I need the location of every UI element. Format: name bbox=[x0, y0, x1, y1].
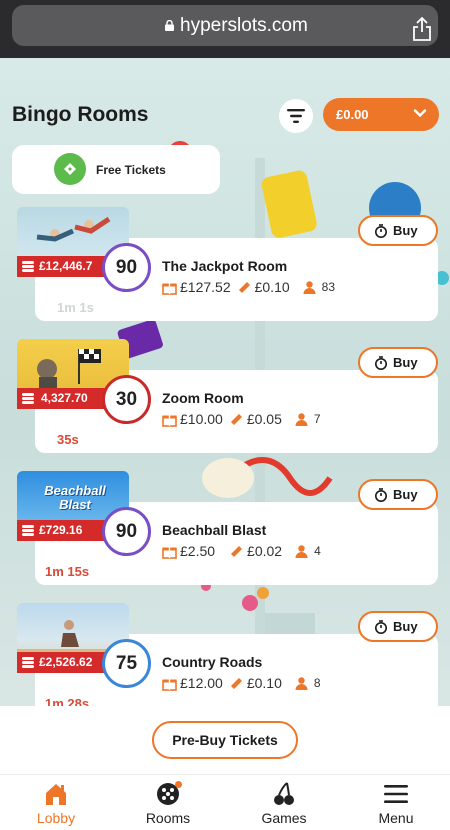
player-icon bbox=[295, 676, 308, 690]
buy-label: Buy bbox=[393, 619, 418, 634]
nav-item-lobby[interactable]: Lobby bbox=[0, 779, 112, 829]
nav-label: Menu bbox=[378, 810, 414, 826]
ticket-icon bbox=[54, 153, 86, 185]
stopwatch-icon bbox=[375, 356, 387, 370]
url-bar[interactable]: hyperslots.com bbox=[12, 5, 438, 46]
ticket-price-icon bbox=[230, 677, 242, 689]
room-card[interactable]: £12,446.7 90 The Jackpot Room £127.52 £0… bbox=[0, 207, 450, 337]
player-icon bbox=[295, 412, 308, 426]
chevron-down-icon bbox=[413, 109, 427, 117]
buy-button[interactable]: Buy bbox=[358, 611, 438, 642]
prize-value: £127.52 bbox=[180, 279, 231, 295]
coins-icon bbox=[22, 261, 34, 272]
prize-value: £12.00 bbox=[180, 675, 223, 691]
gift-icon bbox=[162, 283, 177, 295]
filter-icon bbox=[287, 109, 305, 123]
room-card[interactable]: Beachball Blast £729.16 90 Beachball Bla… bbox=[0, 471, 450, 601]
room-stats: £12.00 £0.10 8 bbox=[162, 673, 321, 693]
browser-bar: hyperslots.com bbox=[0, 0, 450, 58]
room-stats: £10.00 £0.05 7 bbox=[162, 409, 321, 429]
player-count: 83 bbox=[321, 280, 336, 294]
url-text: hyperslots.com bbox=[180, 15, 308, 36]
cherries-icon bbox=[274, 782, 294, 805]
bingo-type-ball: 30 bbox=[102, 375, 151, 424]
ticket-price-value: £0.10 bbox=[246, 675, 282, 691]
gift-icon bbox=[162, 547, 177, 559]
ticket-price-icon bbox=[230, 413, 242, 425]
bingo-type-number: 90 bbox=[115, 256, 138, 278]
room-card[interactable]: 4,327.70 30 Zoom Room £10.00 £0.05 7 35s… bbox=[0, 339, 450, 469]
buy-button[interactable]: Buy bbox=[358, 479, 438, 510]
ticket-price-value: £0.05 bbox=[246, 411, 282, 427]
jackpot-badge: £729.16 bbox=[17, 520, 107, 541]
bingo-type-number: 75 bbox=[115, 652, 138, 674]
balance-dropdown[interactable]: £0.00 bbox=[323, 98, 439, 131]
jackpot-amount: £729.16 bbox=[39, 523, 83, 537]
gift-icon bbox=[162, 679, 177, 691]
free-tickets-label: Free Tickets bbox=[96, 163, 166, 177]
page-title: Bingo Rooms bbox=[12, 103, 149, 126]
nav-item-menu[interactable]: Menu bbox=[340, 779, 450, 829]
coins-icon bbox=[22, 393, 34, 404]
bingo-type-ball: 75 bbox=[102, 639, 151, 688]
room-timer: 1m 1s bbox=[57, 300, 94, 315]
player-count: 7 bbox=[313, 412, 321, 426]
buy-label: Buy bbox=[393, 355, 418, 370]
coins-icon bbox=[22, 525, 34, 536]
prize-value: £10.00 bbox=[180, 411, 223, 427]
ticket-price-value: £0.02 bbox=[247, 543, 283, 559]
room-name: Country Roads bbox=[162, 654, 263, 670]
share-icon[interactable] bbox=[411, 16, 433, 42]
room-name: Zoom Room bbox=[162, 390, 244, 406]
stopwatch-icon bbox=[375, 488, 387, 502]
balance-value: £0.00 bbox=[336, 107, 369, 122]
notification-dot bbox=[175, 781, 182, 788]
room-timer: 35s bbox=[57, 432, 79, 447]
lock-icon bbox=[165, 20, 174, 31]
jackpot-amount: £12,446.7 bbox=[39, 259, 93, 273]
jackpot-amount: £2,526.62 bbox=[39, 655, 93, 669]
prize-value: £2.50 bbox=[180, 543, 216, 559]
stopwatch-icon bbox=[375, 224, 387, 238]
prebuy-tickets-button[interactable]: Pre-Buy Tickets bbox=[152, 721, 298, 759]
jackpot-amount: 4,327.70 bbox=[41, 391, 88, 405]
nav-label: Games bbox=[261, 810, 307, 826]
nav-item-games[interactable]: Games bbox=[228, 779, 340, 829]
nav-item-rooms[interactable]: Rooms bbox=[112, 779, 224, 829]
ticket-price-value: £0.10 bbox=[254, 279, 290, 295]
ticket-price-icon bbox=[238, 281, 250, 293]
buy-button[interactable]: Buy bbox=[358, 347, 438, 378]
filter-button[interactable] bbox=[279, 99, 313, 133]
buy-label: Buy bbox=[393, 487, 418, 502]
bingo-type-number: 30 bbox=[115, 388, 138, 410]
bottom-nav: Lobby Rooms Games Menu bbox=[0, 774, 450, 830]
player-count: 8 bbox=[313, 676, 321, 690]
buy-label: Buy bbox=[393, 223, 418, 238]
nav-label: Lobby bbox=[36, 810, 76, 826]
gift-icon bbox=[162, 415, 177, 427]
bingo-type-ball: 90 bbox=[102, 507, 151, 556]
nav-label: Rooms bbox=[145, 810, 191, 826]
free-tickets-button[interactable]: Free Tickets bbox=[12, 145, 220, 194]
stopwatch-icon bbox=[375, 620, 387, 634]
bingo-type-number: 90 bbox=[115, 520, 138, 542]
thumbnail-title: Beachball Blast bbox=[44, 483, 106, 512]
room-stats: £2.50 £0.02 4 bbox=[162, 541, 321, 561]
room-timer: 1m 15s bbox=[45, 564, 90, 579]
room-name: The Jackpot Room bbox=[162, 258, 288, 274]
ticket-price-icon bbox=[231, 545, 243, 557]
hamburger-icon bbox=[384, 785, 408, 803]
home-icon bbox=[46, 784, 66, 805]
bingo-type-ball: 90 bbox=[102, 243, 151, 292]
jackpot-badge: 4,327.70 bbox=[17, 388, 107, 409]
coins-icon bbox=[22, 657, 34, 668]
room-stats: £127.52 £0.10 83 bbox=[162, 277, 335, 297]
prebuy-bar: Pre-Buy Tickets bbox=[0, 706, 450, 774]
buy-button[interactable]: Buy bbox=[358, 215, 438, 246]
player-icon bbox=[295, 544, 308, 558]
player-count: 4 bbox=[314, 544, 321, 558]
room-name: Beachball Blast bbox=[162, 522, 267, 538]
player-icon bbox=[303, 280, 316, 294]
